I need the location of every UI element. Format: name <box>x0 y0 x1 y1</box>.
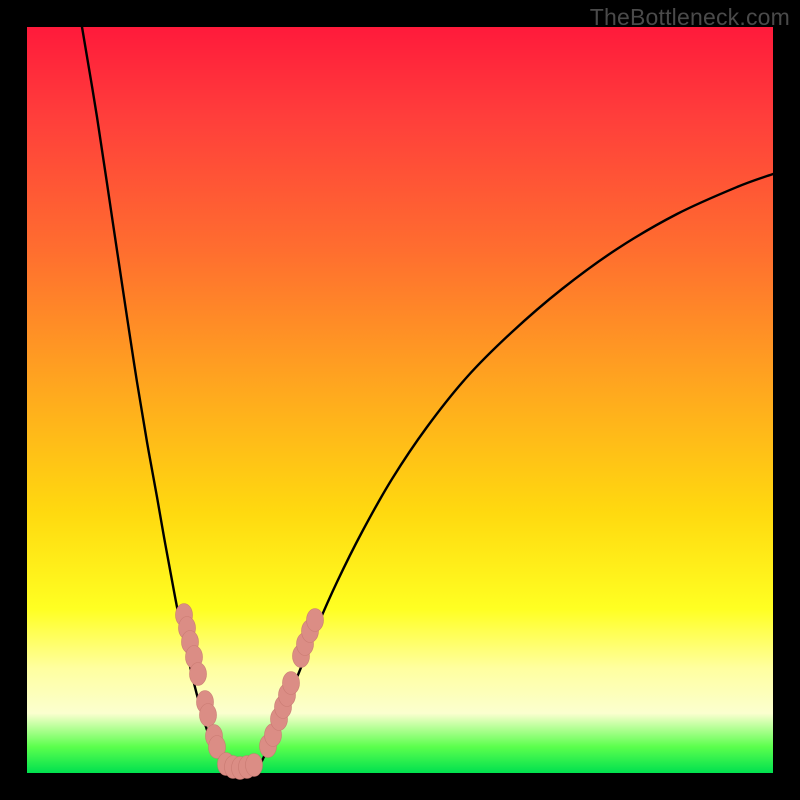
curve-layer <box>27 27 773 773</box>
plot-area <box>27 27 773 773</box>
watermark-text: TheBottleneck.com <box>590 4 790 31</box>
data-markers <box>176 604 324 780</box>
data-marker <box>307 609 324 632</box>
data-marker <box>190 663 207 686</box>
data-marker <box>246 754 263 777</box>
data-marker <box>200 704 217 727</box>
chart-frame: TheBottleneck.com <box>0 0 800 800</box>
curve-right-branch <box>261 174 773 763</box>
data-marker <box>283 672 300 695</box>
